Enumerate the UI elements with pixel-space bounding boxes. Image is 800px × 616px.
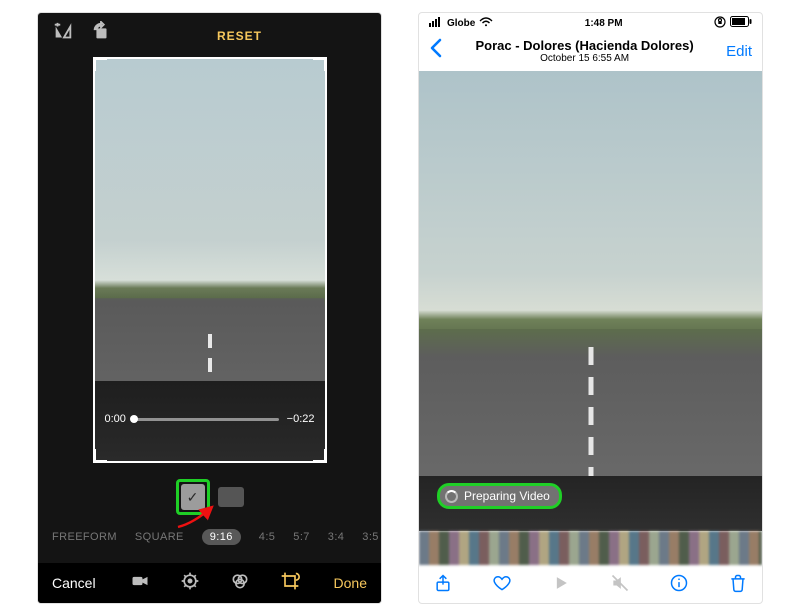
preparing-video-label: Preparing Video (464, 489, 550, 503)
crop-top-bar: RESET (38, 13, 381, 45)
clock: 1:48 PM (585, 18, 623, 29)
mute-icon (610, 573, 630, 598)
trim-start-time: 0:00 (105, 413, 126, 425)
ratio-square[interactable]: SQUARE (135, 531, 184, 543)
ratio-9-16[interactable]: 9:16 (202, 529, 241, 545)
edit-button[interactable]: Edit (726, 43, 752, 60)
filters-tab-icon[interactable] (230, 571, 250, 596)
play-icon (551, 573, 571, 598)
crop-editor-screen: RESET 0:00 −0:22 ✓ (37, 12, 382, 604)
signal-icon (429, 17, 443, 30)
info-icon[interactable] (669, 573, 689, 598)
trash-icon[interactable] (728, 573, 748, 598)
photo-location-title: Porac - Dolores (Hacienda Dolores) (475, 38, 693, 53)
battery-icon (730, 16, 752, 30)
ratio-4-5[interactable]: 4:5 (259, 531, 276, 543)
annotation-highlight: ✓ (176, 479, 210, 515)
editor-bottom-bar: Cancel Done (38, 563, 381, 603)
preparing-video-pill: Preparing Video (437, 483, 562, 509)
favorite-icon[interactable] (492, 573, 512, 598)
photos-viewer-screen: Globe 1:48 PM Porac - Dolores (Hacien (418, 12, 763, 604)
photo-viewport[interactable]: Preparing Video (419, 71, 762, 531)
aspect-ratio-row[interactable]: FREEFORM SQUARE 9:16 4:5 5:7 3:4 3:5 (38, 529, 381, 545)
orientation-row: ✓ (38, 479, 381, 515)
share-icon[interactable] (433, 573, 453, 598)
flip-horizontal-icon[interactable] (52, 21, 74, 43)
trim-end-time: −0:22 (287, 413, 315, 425)
photo-bottom-bar (419, 565, 762, 604)
cancel-button[interactable]: Cancel (52, 575, 96, 591)
reset-button[interactable]: RESET (217, 29, 262, 43)
back-button[interactable] (429, 38, 443, 64)
ratio-freeform[interactable]: FREEFORM (52, 531, 117, 543)
carrier-label: Globe (447, 18, 475, 29)
thumbnail-strip[interactable] (419, 531, 762, 565)
crop-canvas[interactable]: 0:00 −0:22 (38, 45, 381, 473)
adjust-tab-icon[interactable] (180, 571, 200, 596)
video-tab-icon[interactable] (130, 571, 150, 596)
rotate-icon[interactable] (90, 21, 112, 43)
photo-header: Porac - Dolores (Hacienda Dolores) Octob… (419, 31, 762, 71)
orientation-landscape-button[interactable] (218, 487, 244, 507)
orientation-portrait-button[interactable]: ✓ (181, 484, 205, 510)
status-bar: Globe 1:48 PM (419, 13, 762, 31)
ratio-5-7[interactable]: 5:7 (293, 531, 310, 543)
done-button[interactable]: Done (334, 575, 367, 591)
orientation-lock-icon (714, 16, 726, 31)
ratio-3-5[interactable]: 3:5 (362, 531, 379, 543)
wifi-icon (479, 17, 493, 30)
photo-date-subtitle: October 15 6:55 AM (475, 53, 693, 64)
ratio-3-4[interactable]: 3:4 (328, 531, 345, 543)
loading-spinner-icon (445, 490, 458, 503)
crop-tab-icon[interactable] (280, 571, 300, 596)
video-trim-bar[interactable]: 0:00 −0:22 (105, 413, 315, 425)
